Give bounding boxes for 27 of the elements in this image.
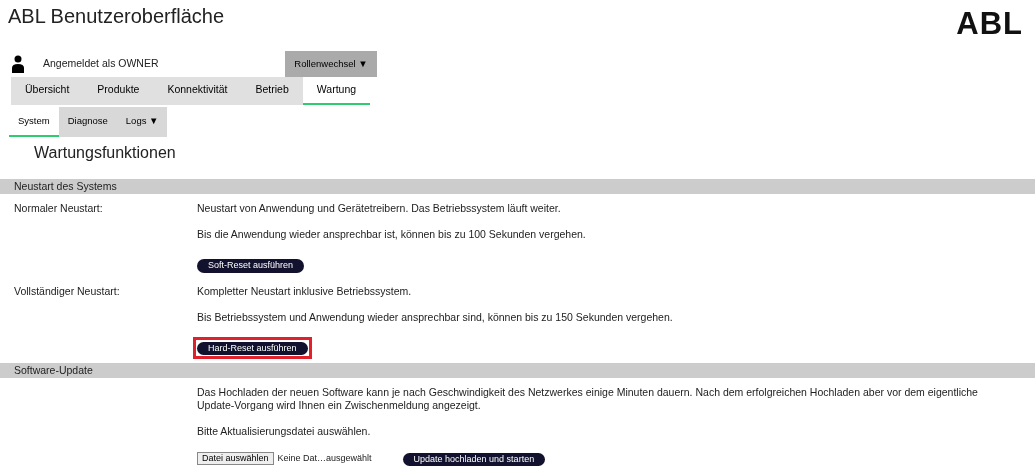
- action-button[interactable]: Soft-Reset ausführen: [197, 259, 305, 273]
- file-status: Keine Dat…ausgewählt: [277, 453, 373, 465]
- section-header: Software-Update: [0, 363, 1035, 379]
- row-label: Normaler Neustart:: [14, 202, 103, 214]
- nav-tab[interactable]: Übersicht: [11, 76, 84, 105]
- user-icon: [11, 54, 25, 73]
- page-heading: Wartungsfunktionen: [34, 142, 177, 163]
- role-switch-button[interactable]: Rollenwechsel ▼: [285, 51, 377, 77]
- action-button[interactable]: Hard-Reset ausführen: [197, 341, 308, 355]
- row-label: Vollständiger Neustart:: [14, 284, 120, 297]
- file-select-button[interactable]: Datei auswählen: [197, 452, 274, 466]
- section-header: Neustart des Systems: [0, 178, 1035, 194]
- sub-tab[interactable]: Logs ▼: [116, 106, 168, 137]
- description-text: Kompletter Neustart inklusive Betriebssystem.: [197, 284, 412, 298]
- nav-tab[interactable]: Produkte: [83, 76, 154, 105]
- user-label: Angemeldet als OWNER: [43, 57, 160, 71]
- description-text: Bis die Anwendung wieder ansprechbar ist, können bis zu 100 Sekunden vergehen.: [197, 228, 586, 242]
- logo: ABL: [956, 8, 1023, 39]
- action-button[interactable]: Update hochladen und starten: [402, 452, 546, 466]
- description-text: Neustart von Anwendung und Gerätetreibern. Das Betriebssystem läuft weiter.: [197, 202, 561, 216]
- nav-tab[interactable]: Betrieb: [241, 76, 303, 105]
- page-title: ABL Benutzeroberfläche: [8, 4, 225, 29]
- description-text: Bis Betriebssystem und Anwendung wieder ansprechbar sind, können bis zu 150 Sekunden vergehen.: [197, 310, 673, 324]
- sub-tab[interactable]: Diagnose: [58, 106, 117, 137]
- description-text: Bitte Aktualisierungsdatei auswählen.: [197, 425, 371, 439]
- nav-tab[interactable]: Konnektivität: [153, 76, 242, 105]
- description-text: Das Hochladen der neuen Software kann je nach Geschwindigkeit des Netzwerkes einige Minuten dauern. Nach dem erfolgreichen Hochladen aber vor dem eigentliche Update-Vorgang wird Ihnen ein Zwischenmeldung angezeigt.: [197, 386, 978, 413]
